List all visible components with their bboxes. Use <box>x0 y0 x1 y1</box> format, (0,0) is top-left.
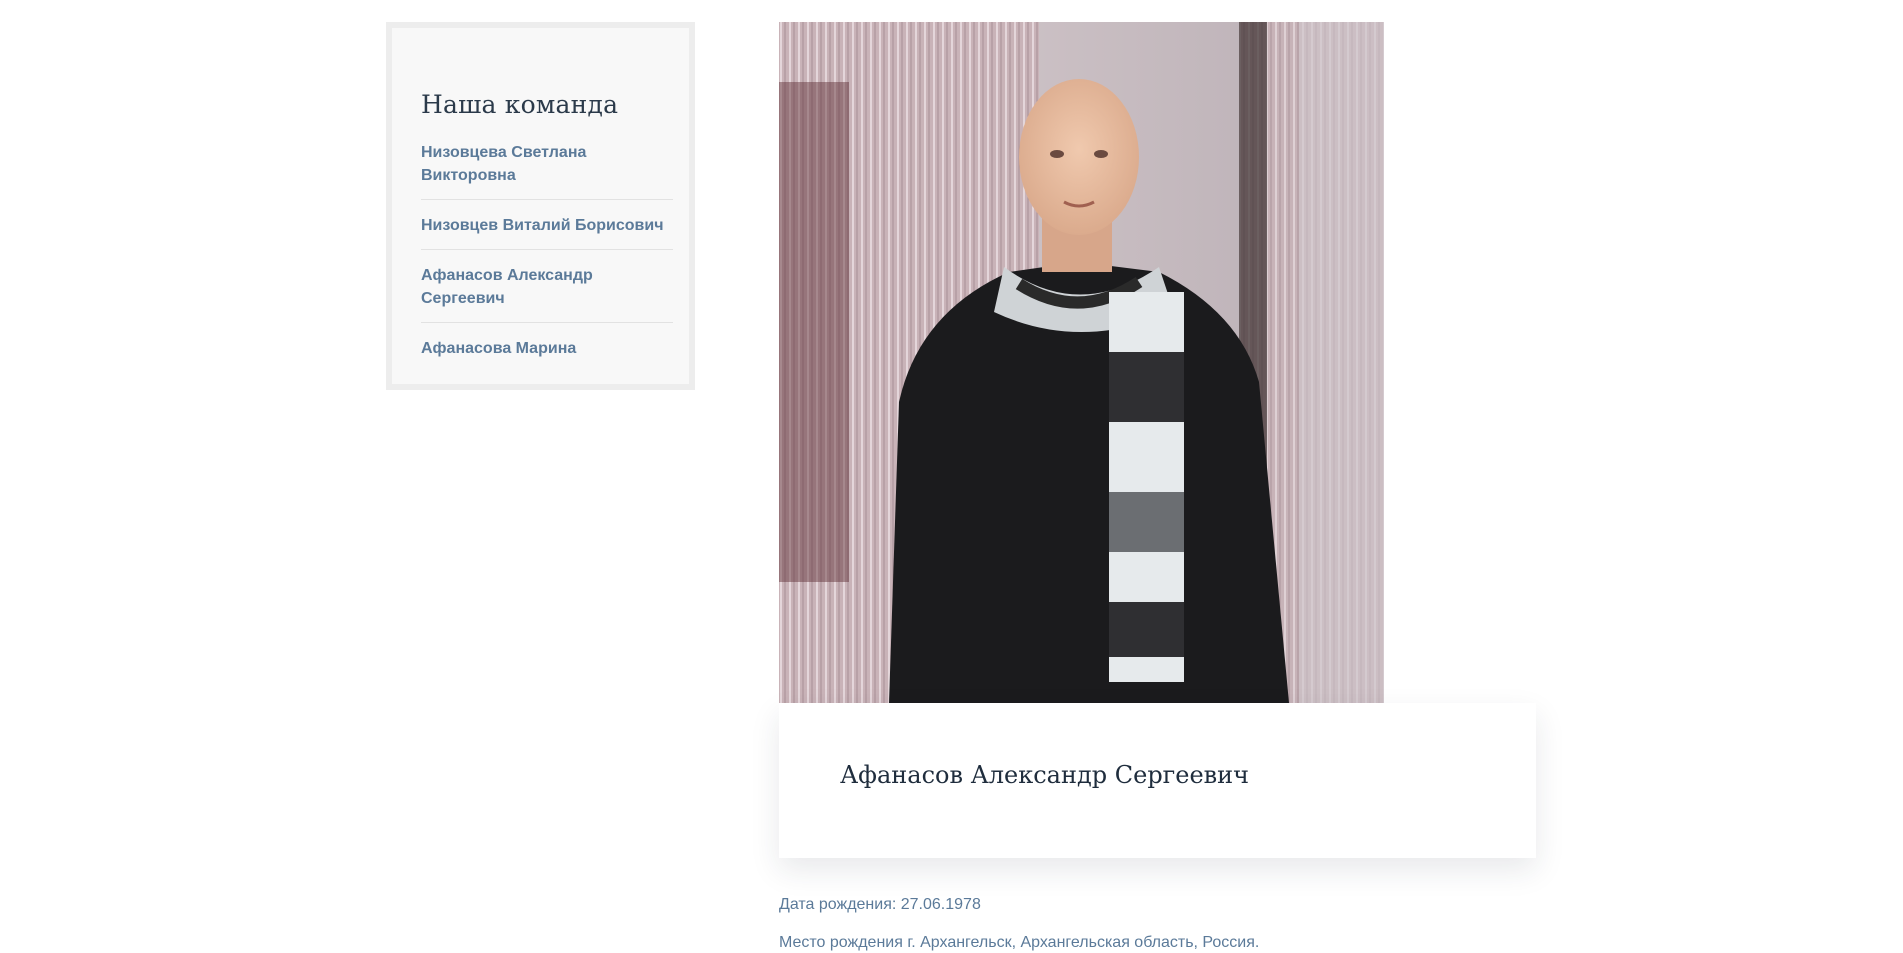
profile-photo <box>779 22 1384 703</box>
birthdate-text: Дата рождения: 27.06.1978 <box>779 896 981 913</box>
team-list: Низовцева Светлана Викторовна Низовцев В… <box>421 141 673 372</box>
list-item: Низовцев Виталий Борисович <box>421 214 673 250</box>
team-member-link-afanasov[interactable]: Афанасов Александр Сергеевич <box>421 264 673 310</box>
list-item: Афанасов Александр Сергеевич <box>421 264 673 323</box>
profile-name-card: Афанасов Александр Сергеевич <box>779 703 1536 858</box>
list-item: Афанасова Марина <box>421 337 673 372</box>
team-member-link-afanasova[interactable]: Афанасова Марина <box>421 337 673 360</box>
team-sidebar: Наша команда Низовцева Светлана Викторов… <box>386 22 695 390</box>
list-item: Низовцева Светлана Викторовна <box>421 141 673 200</box>
sidebar-title: Наша команда <box>421 90 619 119</box>
team-member-link-nizovtseva[interactable]: Низовцева Светлана Викторовна <box>421 141 673 187</box>
birthplace-text: Место рождения г. Архангельск, Архангель… <box>779 934 1260 951</box>
page: Наша команда Низовцева Светлана Викторов… <box>0 0 1903 953</box>
profile-name: Афанасов Александр Сергеевич <box>840 761 1250 789</box>
team-member-link-nizovtsev[interactable]: Низовцев Виталий Борисович <box>421 214 673 237</box>
